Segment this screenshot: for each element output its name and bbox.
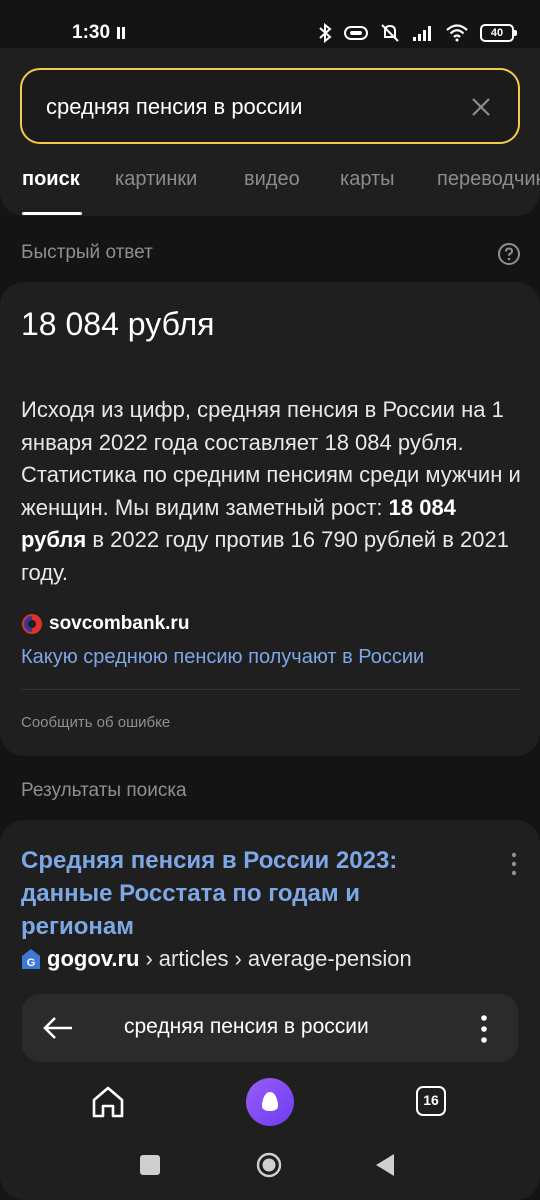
search-tabs: поиск картинки видео карты переводчик — [0, 168, 540, 216]
help-icon[interactable] — [497, 242, 521, 266]
tab-video[interactable]: видео — [244, 168, 300, 191]
tab-search[interactable]: поиск — [22, 168, 80, 191]
breadcrumb-path-2: average-pension — [247, 946, 412, 971]
active-tab-indicator — [22, 212, 82, 215]
answer-source[interactable]: sovcombank.ru — [21, 612, 189, 636]
close-icon[interactable] — [470, 96, 492, 118]
sim-icon — [117, 27, 125, 39]
status-time: 1:30 — [72, 22, 111, 43]
data-saver-icon — [344, 26, 368, 40]
battery-icon: 40 — [480, 24, 517, 42]
wifi-icon — [446, 24, 468, 42]
report-error-link[interactable]: Сообщить об ошибке — [21, 714, 170, 731]
result-domain[interactable]: gogov.ru — [47, 946, 139, 972]
alice-assistant-button[interactable] — [246, 1078, 294, 1126]
mute-icon — [381, 24, 399, 42]
breadcrumb-separator: › — [234, 946, 242, 971]
back-arrow-icon[interactable] — [42, 1016, 74, 1040]
answer-source-link[interactable]: Какую среднюю пенсию получают в России — [21, 646, 424, 669]
breadcrumb-path-1: articles — [158, 946, 229, 971]
tabs-counter-button[interactable]: 16 — [416, 1086, 446, 1116]
quick-answer-label: Быстрый ответ — [21, 242, 153, 263]
divider — [21, 689, 520, 690]
source-name[interactable]: sovcombank.ru — [49, 613, 189, 635]
gogov-favicon-icon: G — [22, 949, 40, 969]
menu-icon[interactable] — [480, 1014, 488, 1044]
home-icon[interactable] — [90, 1084, 126, 1120]
tab-translator[interactable]: переводчик — [437, 168, 540, 191]
result-breadcrumb[interactable]: G gogov.ru › articles › average-pension — [21, 946, 412, 972]
answer-text: Исходя из цифр, средняя пенсия в России … — [21, 394, 526, 589]
alice-icon — [261, 1092, 279, 1111]
recent-apps-button[interactable] — [140, 1155, 160, 1175]
search-header: средняя пенсия в россии поиск картинки в… — [0, 48, 540, 216]
bottom-search-bar[interactable]: средняя пенсия в россии — [22, 994, 518, 1062]
quick-answer-card: 18 084 рубля Исходя из цифр, средняя пен… — [0, 282, 540, 756]
more-options-icon[interactable] — [510, 852, 518, 876]
sovcombank-logo-icon — [22, 614, 42, 634]
result-title[interactable]: Средняя пенсия в России 2023: данные Рос… — [21, 844, 461, 943]
bluetooth-icon — [319, 23, 332, 43]
bottom-search-query[interactable]: средняя пенсия в россии — [124, 1015, 369, 1039]
answer-text-part-end: в 2022 году против 16 790 рублей в 2021 … — [21, 527, 509, 585]
signal-icon — [413, 26, 431, 41]
search-query[interactable]: средняя пенсия в россии — [46, 94, 302, 120]
svg-text:G: G — [27, 957, 36, 969]
tab-images[interactable]: картинки — [115, 168, 197, 191]
system-home-icon[interactable] — [256, 1152, 282, 1178]
results-label: Результаты поиска — [21, 780, 187, 801]
tab-maps[interactable]: карты — [340, 168, 395, 191]
status-icons: 40 — [318, 20, 517, 46]
search-input[interactable]: средняя пенсия в россии — [20, 68, 520, 144]
answer-title: 18 084 рубля — [21, 306, 215, 342]
system-back-icon[interactable] — [374, 1152, 396, 1178]
breadcrumb-separator: › — [145, 946, 153, 971]
